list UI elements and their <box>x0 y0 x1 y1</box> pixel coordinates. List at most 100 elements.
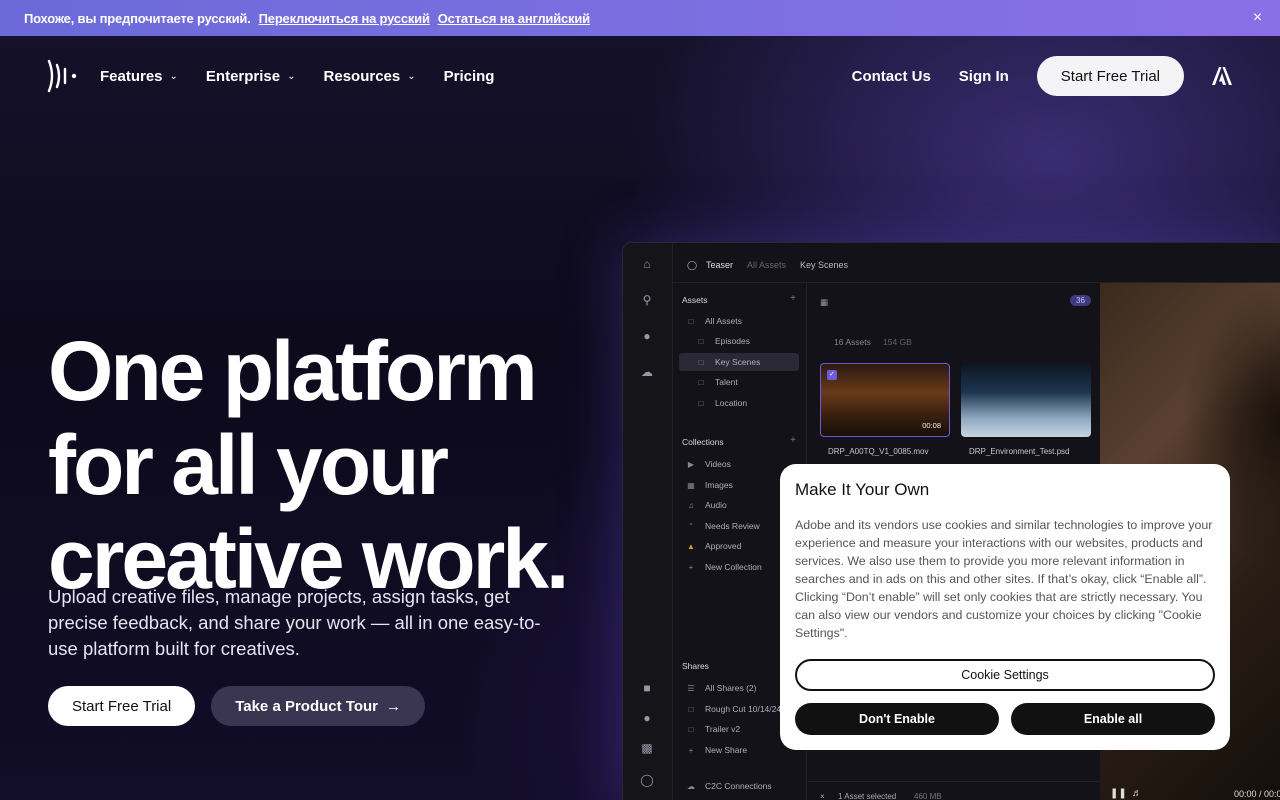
frameio-logo-icon[interactable] <box>46 58 78 94</box>
asset-thumbnail <box>961 363 1091 437</box>
breadcrumb-current: Key Scenes <box>800 260 849 270</box>
share-icon: □ <box>688 724 694 734</box>
collection-item: ♫ Audio <box>685 496 727 514</box>
product-tour-button[interactable]: Take a Product Tour → <box>211 686 426 726</box>
nav-resources[interactable]: Resources ⌄ <box>324 68 416 85</box>
folder-icon: □ <box>698 377 704 387</box>
folder-item: □ Location <box>695 394 748 412</box>
c2c-item: ☁ C2C Connections <box>687 781 772 791</box>
cookie-body: Adobe and its vendors use cookies and si… <box>795 518 1213 640</box>
share-item: ☰ All Shares (2) <box>685 679 756 697</box>
home-icon: ⌂ <box>643 257 651 271</box>
app-icon-rail: ⌂ ⚲ ● ☁ ■ ● ▩ ◯ <box>623 243 673 800</box>
share-item: □ Trailer v2 <box>685 720 741 738</box>
top-navigation: Features ⌄ Enterprise ⌄ Resources ⌄ Pric… <box>0 36 1280 116</box>
asset-count: 16 Assets <box>834 337 871 347</box>
nav-features-label: Features <box>100 67 163 85</box>
account-icon: ◯ <box>640 773 654 787</box>
search-icon: ⚲ <box>642 293 652 307</box>
video-icon: ▶ <box>687 459 695 469</box>
language-banner: Похоже, вы предпочитаете русский. Перекл… <box>0 0 1280 36</box>
assets-header: Assets <box>682 295 708 305</box>
nav-pricing-label: Pricing <box>443 67 495 85</box>
pause-icon: ❚❚ <box>1110 788 1127 799</box>
share-icon: □ <box>688 704 694 714</box>
arrow-right-icon: → <box>386 697 402 715</box>
headline-line-2: for all your <box>48 418 449 512</box>
close-icon: × <box>820 792 825 800</box>
collection-item: “Needs Review <box>685 517 760 535</box>
list-icon: ☰ <box>687 683 695 693</box>
timecode: 00:00 / 00:08 <box>1234 789 1280 799</box>
app-topbar: ◯ Teaser All Assets Key Scenes <box>673 243 1280 283</box>
breadcrumb-project: Teaser <box>706 260 734 270</box>
keyboard-icon: ▩ <box>641 741 653 755</box>
adobe-logo-icon[interactable] <box>1212 67 1232 85</box>
app-selection-bar: × 1 Asset selected 460 MB <box>808 781 1100 800</box>
collection-item: ▦ Images <box>685 476 733 494</box>
layout-icon: ▦ <box>820 297 829 307</box>
nav-right: Contact Us Sign In Start Free Trial <box>852 36 1280 116</box>
hero-subtext: Upload creative files, manage projects, … <box>48 586 541 659</box>
banner-message: Похоже, вы предпочитаете русский. <box>24 10 251 26</box>
review-icon: “ <box>689 521 693 531</box>
chat-icon: ■ <box>643 681 651 695</box>
close-icon[interactable]: × <box>1253 9 1262 27</box>
chevron-down-icon: ⌄ <box>169 70 178 82</box>
approved-icon: ▲ <box>687 541 695 551</box>
bell-icon: ● <box>643 329 651 343</box>
volume-icon: ♬ <box>1132 788 1142 799</box>
nav-links: Features ⌄ Enterprise ⌄ Resources ⌄ Pric… <box>100 36 522 116</box>
hero-cta-row: Start Free Trial Take a Product Tour → <box>48 686 426 726</box>
nav-enterprise-label: Enterprise <box>205 67 281 85</box>
share-item: + New Share <box>685 741 747 759</box>
folder-icon: □ <box>698 336 704 346</box>
nav-pricing[interactable]: Pricing <box>444 68 495 85</box>
share-item: □ Rough Cut 10/14/24 <box>685 700 782 718</box>
start-free-trial-button[interactable]: Start Free Trial <box>48 686 196 726</box>
enable-all-button[interactable]: Enable all <box>1011 703 1215 735</box>
collection-item: ▶ Videos <box>685 455 731 473</box>
breadcrumb-all: All Assets <box>747 260 787 270</box>
lightbulb-icon: ● <box>643 711 651 725</box>
plus-icon: + <box>688 745 694 755</box>
collections-header: Collections <box>682 437 724 447</box>
product-tour-label: Take a Product Tour <box>235 697 379 715</box>
cookie-settings-button[interactable]: Cookie Settings <box>795 659 1215 691</box>
chevron-down-icon: ⌄ <box>287 70 296 82</box>
nav-features[interactable]: Features ⌄ <box>100 68 178 85</box>
nav-resources-label: Resources <box>323 67 401 85</box>
collection-item: ▲ Approved <box>685 537 741 555</box>
selection-count: 1 Asset selected <box>838 792 897 800</box>
cookie-title: Make It Your Own <box>795 480 930 499</box>
cookie-consent-dialog: Make It Your Own Adobe and its vendors u… <box>780 464 1230 750</box>
duration-label: 00:08 <box>922 421 941 430</box>
checkbox-checked-icon: ✓ <box>827 370 837 380</box>
dont-enable-button[interactable]: Don't Enable <box>795 703 999 735</box>
folder-item: □ Talent <box>695 373 738 391</box>
plus-icon: + <box>790 293 796 304</box>
sign-in-link[interactable]: Sign In <box>959 68 1009 85</box>
asset-name: DRP_Environment_Test.psd <box>969 447 1070 456</box>
cloud-upload-icon: ☁ <box>641 365 653 379</box>
stay-language-link[interactable]: Остаться на английский <box>438 11 590 26</box>
plus-icon: + <box>688 562 694 572</box>
member-count-badge: 36 <box>1070 295 1091 306</box>
folder-icon: □ <box>698 398 704 408</box>
asset-size: 154 GB <box>883 337 912 347</box>
plus-icon: + <box>790 435 796 446</box>
start-free-trial-nav-button[interactable]: Start Free Trial <box>1036 56 1184 96</box>
nav-enterprise[interactable]: Enterprise ⌄ <box>206 68 296 85</box>
project-icon: ◯ <box>687 260 698 270</box>
selection-size: 460 MB <box>914 792 942 800</box>
switch-language-link[interactable]: Переключиться на русский <box>259 11 430 26</box>
cookie-button-row: Don't Enable Enable all <box>795 703 1215 735</box>
hero-headline: One platform for all your creative work. <box>48 324 608 606</box>
folder-icon: □ <box>688 316 694 326</box>
cloud-icon: ☁ <box>687 781 695 791</box>
audio-icon: ♫ <box>688 500 694 510</box>
asset-name: DRP_A00TQ_V1_0085.mov <box>828 447 929 456</box>
image-icon: ▦ <box>687 480 695 490</box>
folder-item-selected: □ Key Scenes <box>679 353 799 371</box>
contact-us-link[interactable]: Contact Us <box>852 68 931 85</box>
